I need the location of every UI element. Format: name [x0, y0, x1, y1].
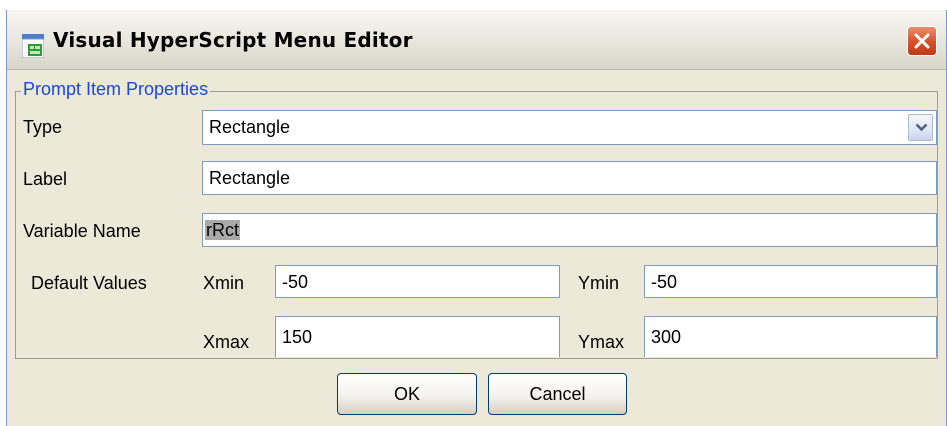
ymax-value: 300: [651, 327, 682, 347]
dialog-window: Visual HyperScript Menu Editor Prompt It…: [6, 10, 947, 426]
xmax-label: Xmax: [203, 332, 250, 352]
variable-name-label: Variable Name: [23, 221, 141, 241]
chevron-down-icon: [915, 123, 928, 132]
xmin-input[interactable]: -50: [275, 265, 560, 298]
title-bar[interactable]: Visual HyperScript Menu Editor: [7, 10, 946, 70]
type-label: Type: [23, 117, 63, 137]
label-input[interactable]: Rectangle: [202, 161, 937, 195]
xmin-label: Xmin: [203, 273, 245, 293]
type-combobox[interactable]: Rectangle: [202, 110, 937, 145]
default-values-label: Default Values: [31, 273, 147, 293]
ymin-value: -50: [651, 272, 678, 292]
xmax-value: 150: [282, 327, 313, 347]
variable-name-input[interactable]: rRct: [202, 213, 937, 247]
type-dropdown-button[interactable]: [908, 114, 933, 141]
close-button[interactable]: [907, 26, 937, 56]
ymin-input[interactable]: -50: [644, 265, 937, 298]
app-window-icon: [21, 34, 45, 59]
label-value: Rectangle: [209, 168, 291, 188]
variable-name-value: rRct: [205, 220, 240, 240]
close-icon: [914, 33, 930, 49]
xmax-input[interactable]: 150: [275, 316, 560, 357]
window-title: Visual HyperScript Menu Editor: [53, 28, 413, 52]
ymin-label: Ymin: [578, 273, 620, 293]
ymax-label: Ymax: [578, 332, 625, 352]
label-label: Label: [23, 169, 68, 189]
group-title: Prompt Item Properties: [21, 76, 211, 102]
type-value: Rectangle: [209, 117, 291, 137]
ok-button[interactable]: OK: [337, 373, 477, 415]
cancel-button[interactable]: Cancel: [488, 373, 627, 415]
xmin-value: -50: [282, 272, 309, 292]
ymax-input[interactable]: 300: [644, 316, 937, 357]
